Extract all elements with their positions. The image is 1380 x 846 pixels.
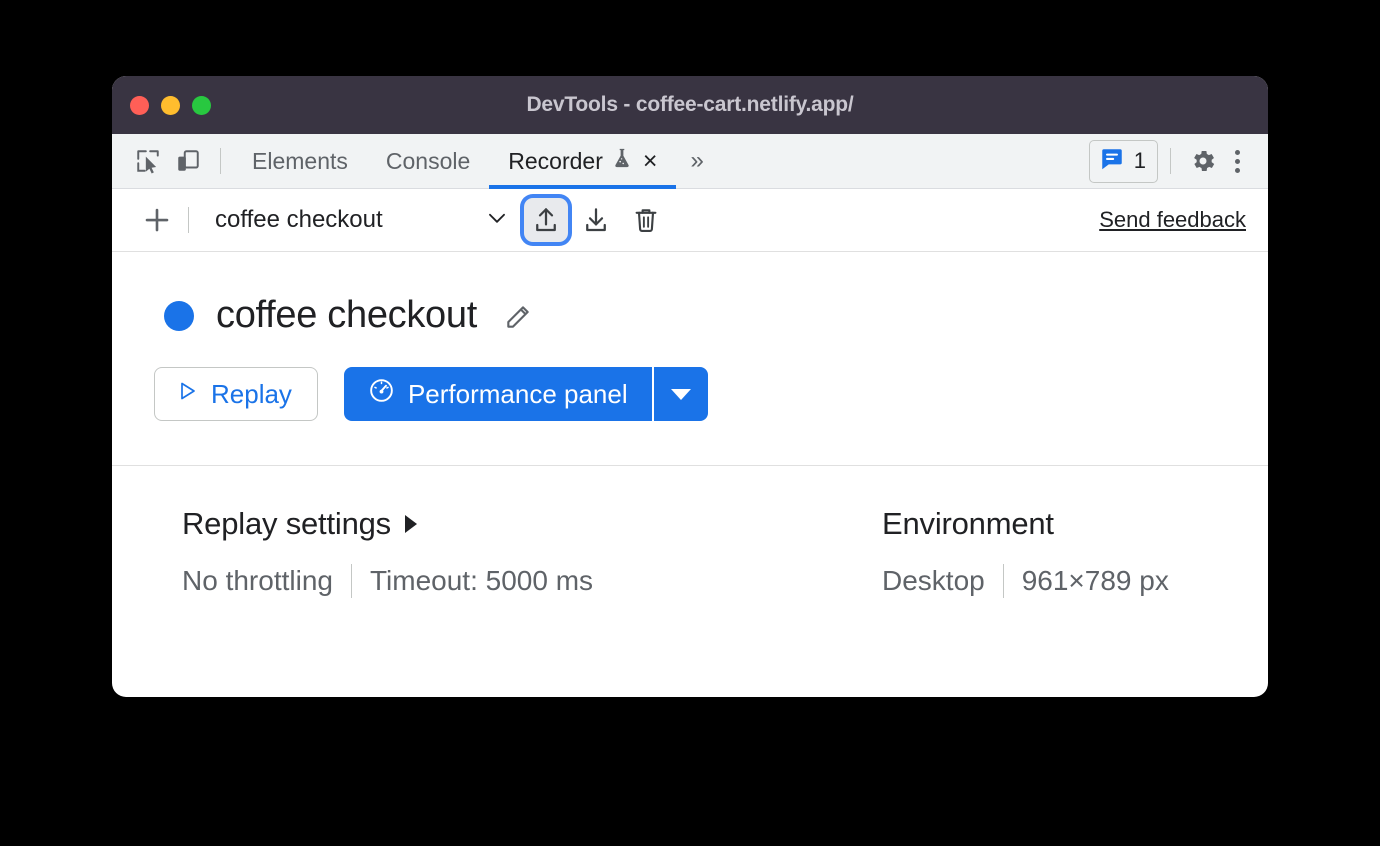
panel-tabs: Elements Console Recorder × »	[233, 134, 718, 189]
tab-elements[interactable]: Elements	[233, 134, 367, 189]
recording-actions: Replay Performance panel	[112, 337, 1268, 421]
caret-down-icon	[670, 388, 691, 400]
close-icon[interactable]: ×	[643, 148, 658, 174]
traffic-lights	[130, 76, 211, 134]
kebab-menu-icon[interactable]	[1223, 149, 1252, 173]
issues-message-icon	[1099, 146, 1125, 177]
page-title: coffee checkout	[216, 294, 477, 336]
more-tabs-button[interactable]: »	[676, 147, 717, 175]
send-feedback-link[interactable]: Send feedback	[1099, 207, 1250, 233]
flask-icon	[612, 147, 632, 175]
delete-recording-button[interactable]	[624, 198, 668, 242]
window-titlebar: DevTools - coffee-cart.netlify.app/	[112, 76, 1268, 134]
inspect-cursor-icon[interactable]	[128, 141, 168, 181]
add-recording-button[interactable]	[138, 201, 176, 239]
close-window-button[interactable]	[130, 95, 149, 115]
import-recording-button[interactable]	[524, 198, 568, 242]
environment-column: Environment Desktop 961×789 px	[882, 506, 1268, 598]
performance-panel-button[interactable]: Performance panel	[343, 367, 652, 421]
minimize-window-button[interactable]	[161, 95, 180, 115]
timeout-value: Timeout: 5000 ms	[369, 565, 594, 596]
export-recording-button[interactable]	[574, 198, 618, 242]
toolbar-divider	[220, 148, 221, 174]
gear-icon[interactable]	[1183, 141, 1223, 181]
gauge-icon	[368, 377, 395, 411]
replay-settings-column: Replay settings No throttling Timeout: 5…	[182, 506, 882, 598]
tab-recorder[interactable]: Recorder ×	[489, 134, 677, 189]
environment-device: Desktop	[882, 565, 985, 596]
replay-settings-heading: Replay settings	[182, 506, 391, 541]
environment-heading: Environment	[882, 506, 1054, 541]
settings-region: Replay settings No throttling Timeout: 5…	[112, 466, 1268, 598]
device-toolbar-icon[interactable]	[168, 141, 208, 181]
replay-settings-toggle[interactable]: Replay settings	[182, 506, 882, 542]
performance-panel-split-button: Performance panel	[343, 367, 708, 421]
environment-values: Desktop 961×789 px	[882, 564, 1268, 598]
tab-console-label: Console	[385, 147, 471, 174]
devtools-tabbar: Elements Console Recorder × » 1	[112, 134, 1268, 189]
maximize-window-button[interactable]	[192, 95, 211, 115]
performance-panel-dropdown-button[interactable]	[653, 367, 708, 421]
issues-count: 1	[1133, 148, 1146, 173]
value-separator	[350, 564, 352, 598]
recording-header: coffee checkout	[112, 252, 1268, 337]
value-separator	[1002, 564, 1004, 598]
issues-chip[interactable]: 1	[1088, 139, 1158, 183]
tab-recorder-label: Recorder	[508, 147, 603, 174]
environment-viewport: 961×789 px	[1021, 565, 1169, 596]
recording-status-dot	[164, 300, 194, 331]
tab-elements-label: Elements	[252, 147, 348, 174]
recording-selector[interactable]: coffee checkout	[207, 201, 518, 240]
window-title: DevTools - coffee-cart.netlify.app/	[526, 93, 854, 116]
replay-button-label: Replay	[211, 378, 292, 409]
chevron-down-icon	[484, 205, 510, 236]
tabbar-left-tools	[128, 141, 233, 181]
screen: DevTools - coffee-cart.netlify.app/ Elem…	[0, 0, 1380, 846]
replay-button[interactable]: Replay	[154, 367, 318, 421]
throttling-value: No throttling	[182, 565, 333, 596]
devtools-window: DevTools - coffee-cart.netlify.app/ Elem…	[112, 76, 1268, 697]
performance-panel-label: Performance panel	[407, 378, 628, 409]
play-triangle-icon	[175, 379, 199, 410]
tab-console[interactable]: Console	[367, 134, 489, 189]
recording-title-row: coffee checkout	[154, 294, 1268, 337]
tabbar-right-tools: 1	[1088, 139, 1252, 183]
recorder-body: coffee checkout Replay Performance panel…	[112, 252, 1268, 598]
recording-selector-label: coffee checkout	[215, 206, 383, 233]
caret-right-icon	[404, 515, 417, 533]
recorder-toolbar: coffee checkout Send feedback	[112, 189, 1268, 252]
tabbar-right-divider	[1170, 148, 1171, 174]
pencil-icon[interactable]	[499, 296, 539, 336]
replay-settings-values: No throttling Timeout: 5000 ms	[182, 564, 882, 598]
recorder-toolbar-divider	[188, 207, 189, 233]
